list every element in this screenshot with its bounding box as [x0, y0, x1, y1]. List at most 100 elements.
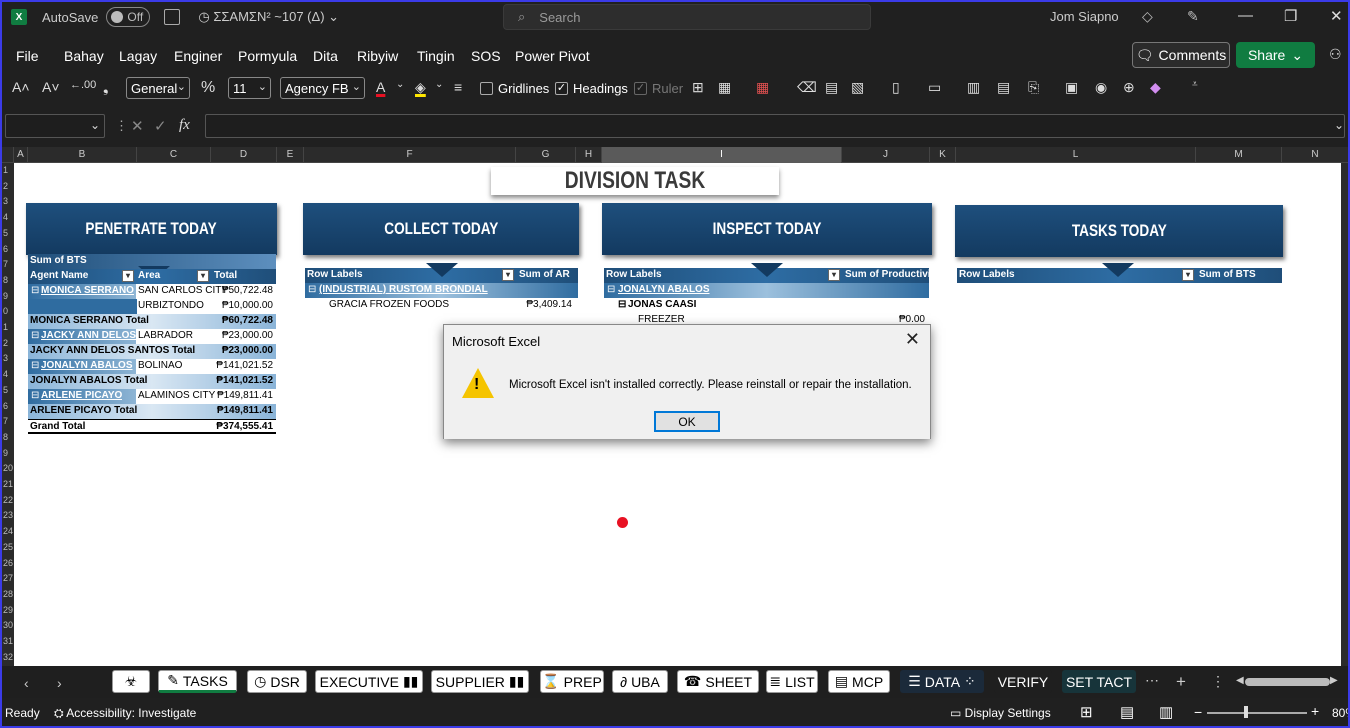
- record-icon[interactable]: ◉: [1095, 79, 1107, 96]
- conditional-format-icon[interactable]: ▦: [756, 79, 769, 96]
- page-layout-icon[interactable]: ▤: [1120, 703, 1134, 721]
- pivot-penetrate-row[interactable]: MONICA SERRANO Total ₱60,722.48: [28, 314, 276, 329]
- col-header-d[interactable]: D: [211, 147, 277, 163]
- row-header[interactable]: 0: [2, 304, 14, 319]
- clear-icon[interactable]: ⌫: [797, 79, 817, 96]
- coauthor-icon[interactable]: ⚇: [1329, 46, 1342, 63]
- row-header[interactable]: 29: [2, 603, 14, 618]
- tab-prep[interactable]: ⌛ PREP: [540, 670, 604, 693]
- pivot-penetrate-row[interactable]: URBIZTONDO ₱10,000.00: [28, 299, 276, 314]
- name-box[interactable]: ⌄: [5, 114, 105, 138]
- menu-enginer[interactable]: Enginer: [174, 48, 222, 64]
- pivot-penetrate-row[interactable]: ARLENE PICAYO Total ₱149,811.41: [28, 404, 276, 419]
- menu-power-pivot[interactable]: Power Pivot: [515, 48, 590, 64]
- pivot-penetrate-row[interactable]: JONALYN ABALOS Total ₱141,021.52: [28, 374, 276, 389]
- normal-view-icon[interactable]: ⊞: [1080, 703, 1093, 721]
- accessibility-status[interactable]: ⛭ Accessibility: Investigate: [54, 706, 196, 721]
- menu-bahay[interactable]: Bahay: [64, 48, 104, 64]
- chart-icon[interactable]: ▧: [851, 79, 864, 96]
- col-header-c[interactable]: C: [137, 147, 211, 163]
- row-header[interactable]: 22: [2, 493, 14, 508]
- row-header[interactable]: 8: [2, 273, 14, 288]
- collapse-icon[interactable]: ⊟: [31, 330, 39, 341]
- autosave-toggle[interactable]: Off: [106, 7, 151, 27]
- print-icon[interactable]: ▤: [997, 79, 1010, 96]
- row-header[interactable]: 7: [2, 257, 14, 272]
- tab-mcp[interactable]: ▤ MCP: [828, 670, 890, 693]
- collapse-icon[interactable]: ⊟: [31, 390, 39, 401]
- page-icon[interactable]: ▯: [892, 79, 900, 96]
- export-icon[interactable]: ⎘: [1028, 79, 1039, 96]
- pivot-penetrate-row[interactable]: ⊟ JONALYN ABALOS BOLINAO ₱141,021.52: [28, 359, 276, 374]
- col-header-l[interactable]: L: [956, 147, 1196, 163]
- close-window-icon[interactable]: ✕: [1330, 7, 1343, 25]
- menu-pormyula[interactable]: Pormyula: [238, 48, 297, 64]
- confirm-icon[interactable]: ✓: [154, 117, 167, 135]
- col-header-i[interactable]: I: [602, 147, 842, 163]
- tab-set-tact[interactable]: SET TACT: [1062, 670, 1136, 693]
- tab-verify[interactable]: VERIFY: [994, 670, 1052, 693]
- page-break-icon[interactable]: ▥: [1159, 703, 1173, 721]
- diamond-icon[interactable]: ◇: [1142, 8, 1153, 25]
- headings-checkbox[interactable]: ✓: [555, 82, 568, 95]
- filter-dropdown-icon[interactable]: ▾: [122, 270, 134, 282]
- table-icon[interactable]: ▦: [718, 79, 731, 96]
- row-header[interactable]: 1: [2, 320, 14, 335]
- row-header[interactable]: 23: [2, 508, 14, 523]
- col-header-j[interactable]: J: [842, 147, 930, 163]
- row-header[interactable]: 25: [2, 540, 14, 555]
- tab-uba[interactable]: ∂ UBA: [612, 670, 668, 693]
- menu-dita[interactable]: Dita: [313, 48, 338, 64]
- tab-data[interactable]: ☰ DATA ⁘: [900, 670, 984, 693]
- zoom-slider[interactable]: [1207, 712, 1307, 714]
- sort-icon[interactable]: ▭: [928, 79, 941, 96]
- col-header-h[interactable]: H: [576, 147, 602, 163]
- menu-ribyiw[interactable]: Ribyiw: [357, 48, 398, 64]
- row-header[interactable]: 3: [2, 194, 14, 209]
- tab-prev-icon[interactable]: ‹: [24, 675, 29, 691]
- vertical-scrollbar[interactable]: [1341, 163, 1348, 666]
- minimize-icon[interactable]: —: [1238, 7, 1253, 24]
- pivot-penetrate-row[interactable]: ⊟ JACKY ANN DELOS SA LABRADOR ₱23,000.00: [28, 329, 276, 344]
- increase-font-icon[interactable]: A˄: [12, 79, 30, 95]
- tab-options-icon[interactable]: ⋮: [1211, 673, 1225, 690]
- row-header[interactable]: 4: [2, 210, 14, 225]
- row-header[interactable]: 30: [2, 618, 14, 633]
- row-header[interactable]: 31: [2, 634, 14, 649]
- tab-next-icon[interactable]: ›: [57, 675, 62, 691]
- menu-file[interactable]: File: [16, 48, 39, 64]
- col-header-f[interactable]: F: [304, 147, 516, 163]
- col-header-g[interactable]: G: [516, 147, 576, 163]
- col-header-m[interactable]: M: [1196, 147, 1282, 163]
- decimal-icon[interactable]: ←.00: [70, 79, 96, 91]
- more-options-icon[interactable]: ⩡: [1192, 79, 1198, 90]
- user-name[interactable]: Jom Siapno: [1050, 9, 1119, 24]
- share-button[interactable]: Share ⌄: [1236, 42, 1315, 68]
- panel-icon[interactable]: ▣: [1065, 79, 1078, 96]
- pen-icon[interactable]: ✎: [1187, 8, 1199, 25]
- tab-tasks[interactable]: ✎ TASKS: [158, 670, 237, 693]
- paste-icon[interactable]: ▤: [825, 79, 838, 96]
- scroll-left-icon[interactable]: ◀: [1236, 675, 1244, 686]
- row-header[interactable]: 21: [2, 477, 14, 492]
- function-icon[interactable]: fx: [179, 117, 190, 134]
- row-header[interactable]: 9: [2, 446, 14, 461]
- horizontal-scrollbar[interactable]: [1245, 678, 1330, 686]
- row-header[interactable]: 2: [2, 336, 14, 351]
- menu-sos[interactable]: SOS: [471, 48, 501, 64]
- pivot-inspect-group[interactable]: ⊟ JONALYN ABALOS: [604, 283, 929, 298]
- row-header[interactable]: 3: [2, 351, 14, 366]
- collapse-icon[interactable]: ⊟: [607, 284, 615, 295]
- tab-list[interactable]: ≣ LIST: [766, 670, 818, 693]
- row-header[interactable]: 5: [2, 383, 14, 398]
- search-box[interactable]: ⌕ Search: [503, 4, 871, 30]
- pivot-collect-group[interactable]: ⊟ (INDUSTRIAL) RUSTOM BRONDIAL: [305, 283, 578, 298]
- align-icon[interactable]: ≡: [454, 79, 462, 95]
- row-header[interactable]: 5: [2, 226, 14, 241]
- col-header-b[interactable]: B: [28, 147, 137, 163]
- save-icon[interactable]: [164, 9, 181, 25]
- freeze-icon[interactable]: ⊞: [692, 79, 704, 96]
- add-sheet-icon[interactable]: +: [1176, 672, 1186, 692]
- row-header[interactable]: 1: [2, 163, 14, 178]
- row-header[interactable]: 4: [2, 367, 14, 382]
